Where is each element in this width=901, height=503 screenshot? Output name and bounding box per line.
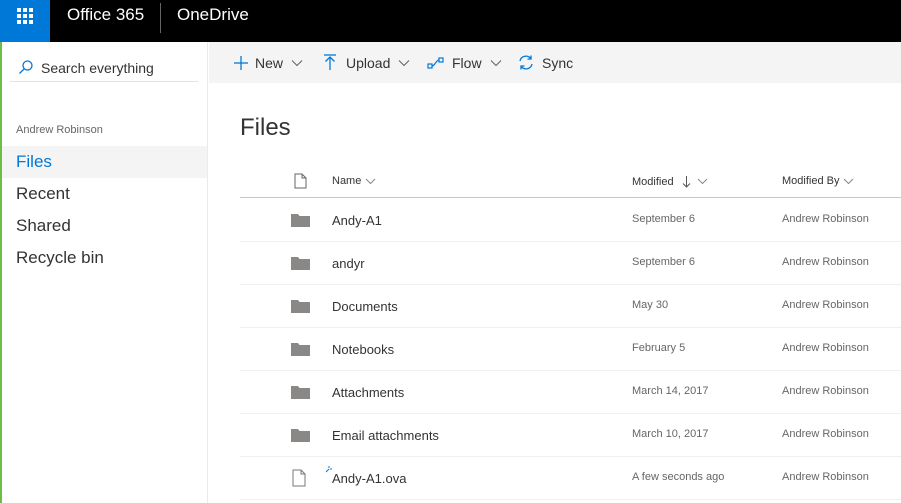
file-modified-by: Andrew Robinson: [782, 428, 869, 440]
file-modified: March 10, 2017: [632, 428, 709, 440]
file-modified-by: Andrew Robinson: [782, 256, 869, 268]
column-header-name[interactable]: Name: [332, 175, 376, 187]
folder-icon: [291, 386, 310, 399]
column-header-modified[interactable]: Modified: [632, 175, 708, 188]
new-button-label: New: [255, 54, 284, 71]
nav-item-shared[interactable]: Shared: [2, 210, 207, 242]
file-row[interactable]: Andy-A1 September 6 Andrew Robinson: [240, 199, 901, 242]
folder-icon: [291, 429, 310, 442]
search-placeholder: Search everything: [41, 60, 154, 76]
file-name[interactable]: Attachments: [332, 385, 404, 400]
file-modified: March 14, 2017: [632, 385, 709, 397]
new-button[interactable]: New: [233, 42, 303, 83]
file-modified-by: Andrew Robinson: [782, 299, 869, 311]
file-modified-by: Andrew Robinson: [782, 385, 869, 397]
command-bar: New Upload Flow Sync: [209, 42, 901, 83]
page-title: Files: [240, 114, 291, 141]
upload-button[interactable]: Upload: [323, 42, 410, 83]
chevron-down-icon: [398, 59, 410, 66]
file-modified: September 6: [632, 256, 695, 268]
nav-item-recent[interactable]: Recent: [2, 178, 207, 210]
file-modified-by: Andrew Robinson: [782, 213, 869, 225]
file-row[interactable]: Notebooks February 5 Andrew Robinson: [240, 328, 901, 371]
column-header-modified-by[interactable]: Modified By: [782, 175, 854, 187]
file-modified: May 30: [632, 299, 669, 311]
file-modified-by: Andrew Robinson: [782, 471, 869, 483]
folder-icon: [291, 300, 310, 313]
left-navigation: Search everything Andrew Robinson Files …: [0, 42, 208, 503]
suite-title-link[interactable]: Office 365: [67, 6, 144, 23]
chevron-down-icon: [291, 59, 303, 66]
sync-icon: [519, 55, 533, 70]
file-type-icon[interactable]: [294, 173, 307, 189]
nav-user-name: Andrew Robinson: [16, 124, 103, 136]
file-modified: February 5: [632, 342, 686, 354]
flow-icon: [427, 56, 444, 69]
search-box[interactable]: Search everything: [10, 48, 198, 82]
sort-down-icon: [682, 176, 690, 188]
chevron-down-icon: [365, 178, 376, 184]
file-name[interactable]: Notebooks: [332, 342, 394, 357]
plus-icon: [234, 55, 248, 70]
folder-icon: [291, 257, 310, 270]
file-name[interactable]: Documents: [332, 299, 398, 314]
file-row[interactable]: Attachments March 14, 2017 Andrew Robins…: [240, 371, 901, 414]
file-name[interactable]: Andy-A1: [332, 213, 382, 228]
column-header-modified-label: Modified: [632, 175, 674, 188]
file-name[interactable]: Email attachments: [332, 428, 439, 443]
app-launcher-button[interactable]: [0, 0, 50, 42]
file-row[interactable]: andyr September 6 Andrew Robinson: [240, 242, 901, 285]
file-modified-by: Andrew Robinson: [782, 342, 869, 354]
nav-item-files[interactable]: Files: [2, 146, 207, 178]
folder-icon: [291, 214, 310, 227]
file-row[interactable]: Documents May 30 Andrew Robinson: [240, 285, 901, 328]
sync-button[interactable]: Sync: [517, 42, 573, 83]
file-name[interactable]: Andy-A1.ova: [332, 471, 406, 486]
file-row[interactable]: Andy-A1.ova A few seconds ago Andrew Rob…: [240, 457, 901, 500]
chevron-down-icon: [697, 178, 707, 185]
file-row[interactable]: Email attachments March 10, 2017 Andrew …: [240, 414, 901, 457]
upload-icon: [324, 54, 336, 70]
chevron-down-icon: [844, 178, 854, 184]
suite-header: Office 365 OneDrive: [0, 0, 901, 42]
nav-item-recycle-bin[interactable]: Recycle bin: [2, 242, 207, 274]
waffle-icon: [17, 8, 33, 24]
file-icon: [292, 469, 306, 487]
flow-button-label: Flow: [452, 54, 482, 71]
search-icon: [19, 60, 33, 74]
chevron-down-icon: [490, 59, 501, 66]
flow-button[interactable]: Flow: [427, 42, 502, 83]
folder-icon: [291, 343, 310, 356]
column-header-modified-by-label: Modified By: [782, 175, 840, 187]
file-modified: September 6: [632, 213, 695, 225]
app-title-link[interactable]: OneDrive: [177, 6, 249, 23]
header-divider: [160, 3, 161, 33]
sync-button-label: Sync: [542, 54, 574, 71]
column-header-row: Name Modified Modified By: [240, 165, 901, 198]
upload-button-label: Upload: [346, 54, 391, 71]
column-header-name-label: Name: [332, 175, 362, 187]
file-name[interactable]: andyr: [332, 256, 365, 271]
file-modified: A few seconds ago: [632, 471, 725, 483]
